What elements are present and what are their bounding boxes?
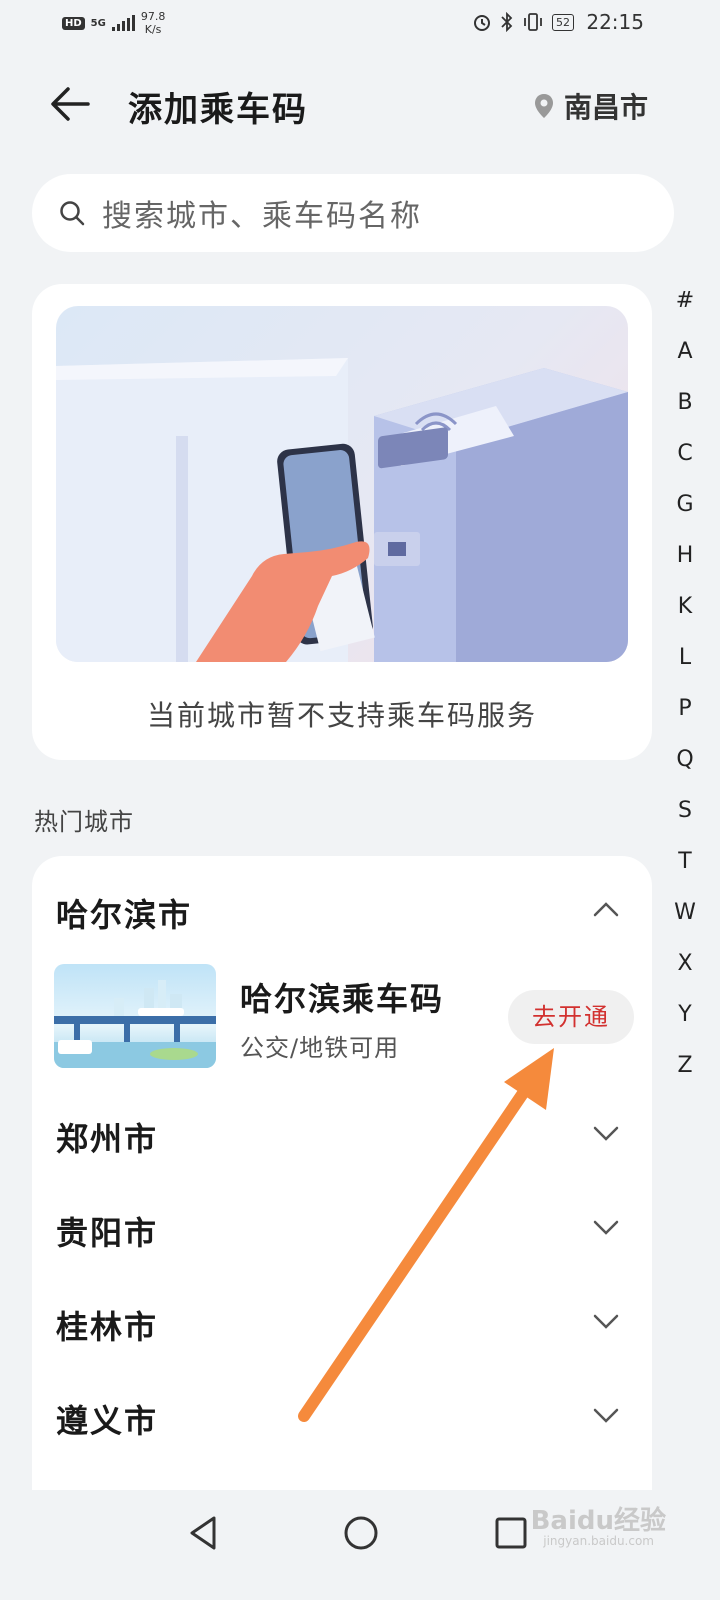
city-name: 郑州市: [56, 1120, 159, 1158]
unsupported-city-card: 当前城市暂不支持乘车码服务: [32, 284, 652, 760]
network-speed: 97.8 K/s: [141, 10, 166, 36]
city-row-guilin[interactable]: 桂林市: [32, 1288, 652, 1358]
search-icon: [60, 201, 85, 226]
city-row-harbin[interactable]: 哈尔滨市: [32, 876, 652, 946]
index-letter[interactable]: Y: [678, 999, 691, 1050]
hot-cities-list: 哈尔滨市 哈尔滨乘车码 公交/地铁可用 去开通 郑州市 贵阳市 桂林市 遵义市: [32, 856, 652, 1496]
back-arrow-icon: [51, 87, 90, 121]
index-letter[interactable]: C: [677, 438, 692, 489]
speed-value: 97.8: [140, 10, 166, 23]
index-letter[interactable]: B: [677, 387, 692, 438]
nav-recents-icon[interactable]: [486, 1508, 536, 1558]
chevron-down-icon: [593, 1220, 619, 1235]
back-button[interactable]: [48, 84, 92, 124]
unsupported-message: 当前城市暂不支持乘车码服务: [146, 699, 537, 732]
chevron-down-icon: [593, 1126, 619, 1141]
city-name: 遵义市: [56, 1402, 159, 1440]
status-right: 52: [472, 12, 574, 32]
speed-unit: K/s: [144, 23, 162, 36]
location-selector[interactable]: 南昌市: [534, 86, 648, 126]
index-letter[interactable]: X: [677, 948, 692, 999]
section-title-hot-cities: 热门城市: [34, 808, 134, 836]
signal-icon: [111, 15, 135, 31]
status-time: 22:15: [586, 10, 644, 34]
city-row-zhengzhou[interactable]: 郑州市: [32, 1100, 652, 1170]
battery-indicator: 52: [552, 13, 574, 31]
transit-gate-illustration: [56, 306, 628, 662]
transit-code-subtitle: 公交/地铁可用: [240, 1034, 400, 1062]
status-bar: HD 5G 97.8 K/s 52 22:15: [0, 0, 720, 48]
chevron-down-icon: [593, 1314, 619, 1329]
city-name: 贵阳市: [56, 1214, 159, 1252]
network-type: 5G: [90, 17, 106, 29]
city-name: 桂林市: [56, 1308, 159, 1346]
status-left: HD 5G 97.8 K/s: [62, 10, 165, 36]
hd-badge: HD: [62, 16, 85, 30]
nav-home-icon[interactable]: [336, 1508, 386, 1558]
index-letter[interactable]: Q: [676, 744, 693, 795]
city-name: 哈尔滨市: [56, 896, 193, 934]
alarm-icon: [474, 15, 490, 31]
watermark-url: jingyan.baidu.com: [543, 1534, 654, 1548]
index-letter[interactable]: H: [677, 540, 694, 591]
index-letter[interactable]: A: [677, 336, 692, 387]
header: 添加乘车码 南昌市: [0, 70, 720, 140]
index-letter[interactable]: T: [678, 846, 691, 897]
transit-code-item: 哈尔滨乘车码 公交/地铁可用 去开通: [54, 964, 634, 1068]
index-letter[interactable]: S: [678, 795, 692, 846]
alphabet-index[interactable]: # A B C G H K L P Q S T W X Y Z: [670, 285, 700, 1101]
location-pin-icon: [534, 94, 553, 118]
harbin-thumbnail: [54, 964, 216, 1068]
index-letter[interactable]: P: [678, 693, 691, 744]
index-letter[interactable]: #: [676, 285, 694, 336]
city-row-guiyang[interactable]: 贵阳市: [32, 1194, 652, 1264]
index-letter[interactable]: L: [679, 642, 691, 693]
search-input[interactable]: 搜索城市、乘车码名称: [102, 191, 422, 235]
illustration-svg: [56, 358, 628, 662]
city-row-zunyi[interactable]: 遵义市: [32, 1382, 652, 1452]
index-letter[interactable]: Z: [677, 1050, 692, 1101]
index-letter[interactable]: W: [674, 897, 696, 948]
bluetooth-icon: [501, 12, 513, 32]
watermark-brand: Baidu经验: [530, 1506, 666, 1536]
location-name: 南昌市: [563, 91, 648, 124]
search-bar[interactable]: 搜索城市、乘车码名称: [32, 174, 674, 252]
vibrate-icon: [524, 13, 542, 31]
chevron-down-icon: [593, 1408, 619, 1423]
nav-back-icon[interactable]: [180, 1508, 230, 1558]
activate-button[interactable]: 去开通: [508, 990, 634, 1044]
chevron-up-icon: [593, 902, 619, 917]
index-letter[interactable]: G: [676, 489, 693, 540]
page-title: 添加乘车码: [128, 90, 308, 130]
transit-code-title: 哈尔滨乘车码: [240, 980, 445, 1018]
index-letter[interactable]: K: [678, 591, 692, 642]
